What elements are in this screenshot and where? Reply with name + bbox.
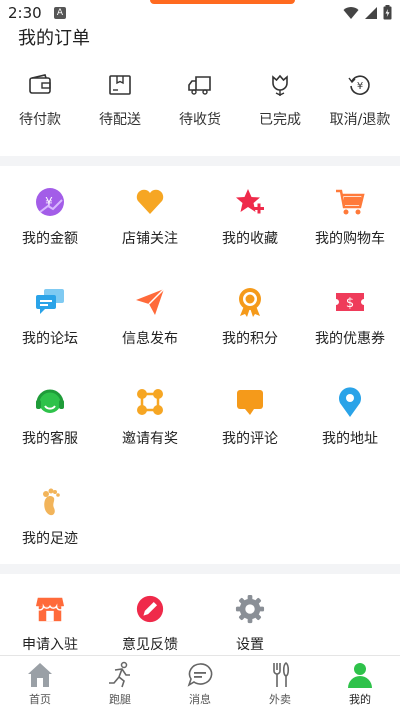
order-completed[interactable]: 已完成 [240, 72, 320, 152]
location-pin-icon [339, 387, 361, 417]
bottom-tab-bar: 首页 跑腿 消息 外卖 我的 [0, 655, 400, 711]
nodes-icon [137, 389, 163, 415]
refund-icon: ¥ [348, 75, 370, 95]
order-item-label: 取消/退款 [329, 112, 391, 128]
publish-info-entry[interactable]: 信息发布 [100, 268, 200, 368]
headset-icon [36, 389, 64, 413]
tab-label: 首页 [29, 693, 51, 706]
tulip-icon [272, 74, 288, 96]
wifi-icon [343, 6, 359, 19]
signal-icon [365, 6, 377, 19]
order-cancel-refund[interactable]: ¥ 取消/退款 [320, 72, 400, 152]
medal-icon [239, 288, 261, 317]
order-item-label: 待收货 [179, 112, 221, 128]
my-points-entry[interactable]: 我的积分 [200, 268, 300, 368]
status-time: 2:30 [8, 4, 42, 22]
my-forum-entry[interactable]: 我的论坛 [0, 268, 100, 368]
home-icon [28, 663, 52, 687]
tab-home[interactable]: 首页 [0, 656, 80, 711]
grid-item-label: 我的足迹 [22, 531, 78, 547]
grid-item-label: 意见反馈 [122, 637, 178, 653]
grid-item-label: 我的评论 [222, 431, 278, 447]
my-cart-entry[interactable]: 我的购物车 [300, 168, 400, 268]
my-address-entry[interactable]: 我的地址 [300, 368, 400, 468]
my-footprints-entry[interactable]: 我的足迹 [0, 468, 100, 568]
customer-service-entry[interactable]: 我的客服 [0, 368, 100, 468]
svg-text:¥: ¥ [357, 81, 363, 92]
invite-rewards-entry[interactable]: 邀请有奖 [100, 368, 200, 468]
order-pending-receipt[interactable]: 待收货 [160, 72, 240, 152]
settings-grid: 申请入驻 意见反馈 设置 [0, 576, 400, 654]
grid-item-label: 我的客服 [22, 431, 78, 447]
grid-item-label: 信息发布 [122, 331, 178, 347]
order-item-label: 已完成 [259, 112, 301, 128]
order-pending-delivery[interactable]: 待配送 [80, 72, 160, 152]
cart-icon [336, 189, 365, 215]
tab-label: 我的 [349, 693, 371, 706]
grid-item-label: 我的金额 [22, 231, 78, 247]
wallet-icon [29, 74, 51, 94]
section-divider [0, 564, 400, 574]
grid-item-label: 我的积分 [222, 331, 278, 347]
orders-title: 我的订单 [18, 28, 90, 49]
my-comments-entry[interactable]: 我的评论 [200, 368, 300, 468]
grid-item-label: 我的论坛 [22, 331, 78, 347]
grid-item-label: 邀请有奖 [122, 431, 178, 447]
tab-takeout[interactable]: 外卖 [240, 656, 320, 711]
star-plus-icon [236, 189, 264, 214]
apply-join-entry[interactable]: 申请入驻 [0, 576, 100, 654]
order-pending-payment[interactable]: 待付款 [0, 72, 80, 152]
tab-label: 跑腿 [109, 693, 131, 706]
package-icon [109, 75, 131, 95]
tab-label: 外卖 [269, 693, 291, 706]
pen-circle-icon [136, 595, 164, 623]
chat-bubbles-icon [36, 289, 64, 314]
truck-icon [188, 76, 211, 95]
message-icon [187, 663, 213, 687]
services-grid: ¥ 我的金额 店铺关注 我的收藏 我的购物车 我的论坛 信息发布 我的积分 $ … [0, 168, 400, 568]
footprint-icon [43, 488, 60, 516]
order-status-row: 待付款 待配送 待收货 已完成 ¥ 取消/退款 [0, 72, 400, 152]
grid-item-label: 设置 [236, 637, 264, 653]
runner-icon [109, 661, 130, 688]
grid-item-label: 申请入驻 [22, 637, 78, 653]
grid-item-label: 店铺关注 [122, 231, 178, 247]
battery-icon [383, 5, 392, 20]
heart-icon [136, 189, 164, 214]
status-bar: 2:30 A [0, 0, 400, 24]
paper-plane-icon [136, 288, 165, 315]
header-accent [150, 0, 295, 4]
my-favorites-entry[interactable]: 我的收藏 [200, 168, 300, 268]
section-divider [0, 156, 400, 166]
tab-errand[interactable]: 跑腿 [80, 656, 160, 711]
cutlery-icon [273, 662, 290, 687]
feedback-entry[interactable]: 意见反馈 [100, 576, 200, 654]
settings-entry[interactable]: 设置 [200, 576, 300, 654]
status-icons [343, 5, 392, 20]
svg-text:$: $ [346, 296, 354, 311]
followed-shops-entry[interactable]: 店铺关注 [100, 168, 200, 268]
grid-item-label: 我的地址 [322, 431, 378, 447]
tab-label: 消息 [189, 693, 211, 706]
coupon-icon: $ [336, 293, 364, 311]
my-coupons-entry[interactable]: $ 我的优惠券 [300, 268, 400, 368]
order-item-label: 待配送 [99, 112, 141, 128]
notification-icon: A [54, 7, 66, 19]
person-icon [348, 663, 372, 688]
shop-icon [35, 597, 65, 622]
tab-messages[interactable]: 消息 [160, 656, 240, 711]
gear-icon [235, 594, 265, 624]
grid-item-label: 我的收藏 [222, 231, 278, 247]
grid-item-label: 我的购物车 [315, 231, 385, 247]
comment-icon [237, 390, 263, 415]
order-item-label: 待付款 [19, 112, 61, 128]
my-balance-entry[interactable]: ¥ 我的金额 [0, 168, 100, 268]
yen-coin-icon: ¥ [36, 188, 64, 216]
grid-item-label: 我的优惠券 [315, 331, 385, 347]
tab-mine[interactable]: 我的 [320, 656, 400, 711]
